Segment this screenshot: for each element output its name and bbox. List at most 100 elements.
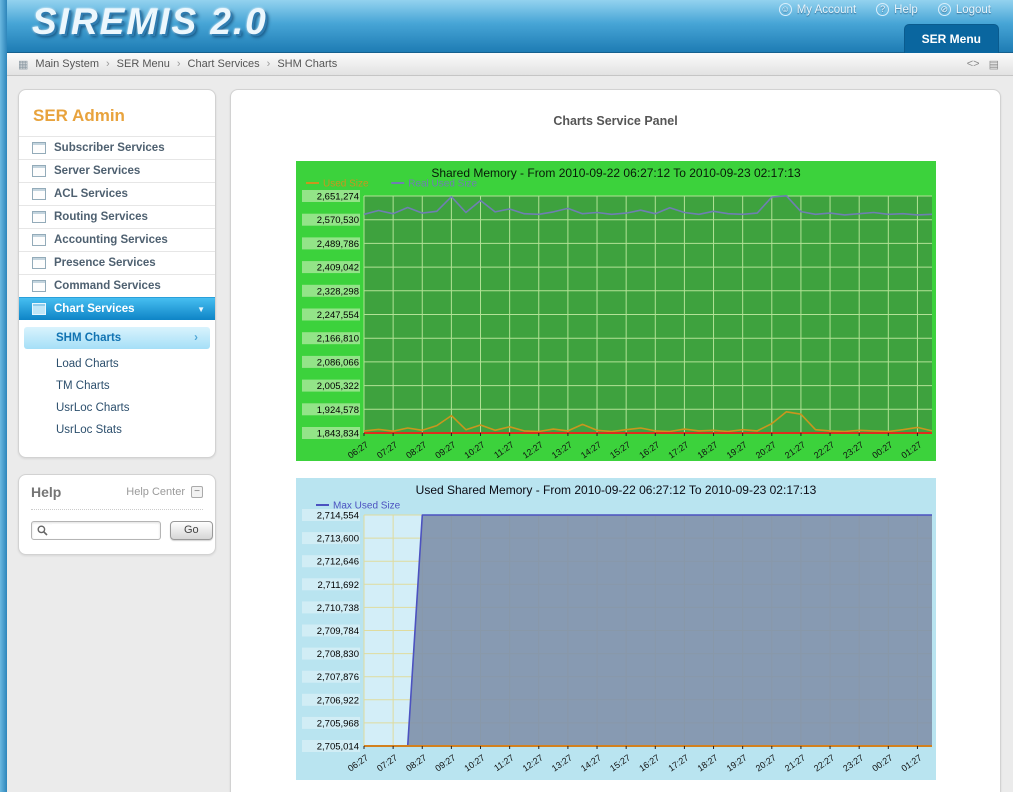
ser-menu-tab[interactable]: SER Menu [904, 24, 999, 53]
main-content-panel: Charts Service Panel 2,651,2742,570,5302… [230, 89, 1001, 792]
my-account-label: My Account [797, 4, 856, 16]
subitem-label: Load Charts [56, 358, 119, 370]
application-window: SIREMIS 2.0 ☺ My Account ? Help ⊘ Logout… [0, 0, 1013, 792]
breadcrumb-chart-services[interactable]: Chart Services [188, 58, 260, 70]
logout-icon: ⊘ [938, 3, 951, 16]
help-search-row: Go [31, 521, 203, 540]
svg-text:2,489,786: 2,489,786 [316, 239, 358, 250]
svg-text:2,005,322: 2,005,322 [316, 381, 358, 392]
sidebar-item-label: Server Services [54, 165, 140, 177]
used-shared-memory-chart: 2,714,5542,713,6002,712,6462,711,6922,71… [296, 478, 936, 780]
logout-link[interactable]: ⊘ Logout [938, 3, 991, 16]
service-icon [32, 234, 46, 246]
shared-memory-chart-svg: 2,651,2742,570,5302,489,7862,409,0422,32… [296, 161, 936, 461]
sidebar: SER Admin Subscriber Services Server Ser… [18, 89, 216, 555]
edit-page-icon[interactable]: ▤ [989, 58, 999, 71]
svg-text:2,705,014: 2,705,014 [316, 742, 358, 753]
sidebar-item-label: ACL Services [54, 188, 128, 200]
my-account-link[interactable]: ☺ My Account [779, 3, 856, 16]
service-icon [32, 165, 46, 177]
svg-text:2,706,922: 2,706,922 [316, 695, 358, 706]
service-icon [32, 188, 46, 200]
chart-services-submenu: SHM Charts › Load Charts TM Charts UsrLo… [19, 320, 215, 443]
sidebar-item-command-services[interactable]: Command Services [19, 274, 215, 297]
search-box [31, 521, 161, 540]
collapse-icon[interactable]: − [191, 486, 203, 498]
breadcrumb-ser-menu[interactable]: SER Menu [117, 58, 170, 70]
help-link[interactable]: ? Help [876, 3, 918, 16]
svg-text:2,708,830: 2,708,830 [316, 649, 358, 660]
svg-text:1,843,834: 1,843,834 [316, 429, 358, 440]
help-title: Help [31, 484, 61, 500]
svg-text:Shared Memory - From 2010-09-2: Shared Memory - From 2010-09-22 06:27:12… [431, 166, 801, 180]
svg-text:Real Used Size: Real Used Size [408, 179, 477, 190]
content-layout: SER Admin Subscriber Services Server Ser… [0, 76, 1013, 792]
subitem-label: TM Charts [56, 380, 110, 392]
sidebar-item-routing-services[interactable]: Routing Services [19, 205, 215, 228]
go-button[interactable]: Go [170, 521, 213, 540]
breadcrumb-shm-charts[interactable]: SHM Charts [277, 58, 337, 70]
account-icon: ☺ [779, 3, 792, 16]
svg-text:2,328,298: 2,328,298 [316, 286, 358, 297]
breadcrumb-main-system[interactable]: Main System [35, 58, 99, 70]
sidebar-title: SER Admin [19, 98, 215, 136]
subitem-label: UsrLoc Charts [56, 402, 130, 414]
used-shared-memory-chart-svg: 2,714,5542,713,6002,712,6462,711,6922,71… [296, 478, 936, 780]
sidebar-item-server-services[interactable]: Server Services [19, 159, 215, 182]
app-header: SIREMIS 2.0 ☺ My Account ? Help ⊘ Logout… [0, 0, 1013, 53]
sidebar-item-label: Chart Services [54, 303, 135, 315]
sidebar-item-subscriber-services[interactable]: Subscriber Services [19, 136, 215, 159]
shared-memory-chart: 2,651,2742,570,5302,489,7862,409,0422,32… [296, 161, 936, 461]
breadcrumb-separator: › [267, 58, 271, 70]
source-code-icon[interactable]: <> [967, 58, 980, 71]
subitem-label: UsrLoc Stats [56, 424, 122, 436]
sidebar-item-acl-services[interactable]: ACL Services [19, 182, 215, 205]
sidebar-subitem-shm-charts[interactable]: SHM Charts › [24, 327, 210, 349]
sidebar-subitem-load-charts[interactable]: Load Charts [19, 353, 215, 375]
admin-nav-panel: SER Admin Subscriber Services Server Ser… [18, 89, 216, 458]
help-center-link[interactable]: Help Center [126, 486, 185, 498]
breadcrumb: ▦ Main System › SER Menu › Chart Service… [0, 53, 1013, 76]
chevron-down-icon: ▼ [197, 305, 205, 314]
svg-text:2,710,738: 2,710,738 [316, 603, 358, 614]
window-left-border [0, 0, 7, 792]
service-icon [32, 211, 46, 223]
subitem-label: SHM Charts [56, 332, 121, 344]
sidebar-item-label: Subscriber Services [54, 142, 165, 154]
help-icon: ? [876, 3, 889, 16]
header-links: ☺ My Account ? Help ⊘ Logout [779, 3, 991, 16]
breadcrumb-separator: › [106, 58, 110, 70]
help-search-input[interactable] [52, 524, 155, 538]
help-header: Help Help Center − [31, 484, 203, 510]
sidebar-item-presence-services[interactable]: Presence Services [19, 251, 215, 274]
svg-text:2,709,784: 2,709,784 [316, 626, 358, 637]
sidebar-subitem-usrloc-stats[interactable]: UsrLoc Stats [19, 419, 215, 441]
svg-text:2,713,600: 2,713,600 [316, 534, 358, 545]
svg-text:2,707,876: 2,707,876 [316, 672, 358, 683]
breadcrumb-window-icon: ▦ [18, 58, 28, 71]
search-icon [37, 525, 48, 536]
page-title: Charts Service Panel [231, 114, 1000, 128]
service-icon [32, 257, 46, 269]
svg-text:2,166,810: 2,166,810 [316, 334, 358, 345]
service-icon [32, 280, 46, 292]
sidebar-item-label: Routing Services [54, 211, 148, 223]
siremis-logo: SIREMIS 2.0 [32, 1, 268, 43]
breadcrumb-separator: › [177, 58, 181, 70]
svg-text:2,086,066: 2,086,066 [316, 357, 358, 368]
svg-text:Used Size: Used Size [323, 179, 369, 190]
sidebar-item-accounting-services[interactable]: Accounting Services [19, 228, 215, 251]
sidebar-subitem-usrloc-charts[interactable]: UsrLoc Charts [19, 397, 215, 419]
sidebar-item-label: Accounting Services [54, 234, 168, 246]
sidebar-item-label: Command Services [54, 280, 161, 292]
svg-text:2,570,530: 2,570,530 [316, 215, 358, 226]
help-label: Help [894, 4, 918, 16]
service-icon [32, 142, 46, 154]
svg-text:Max Used Size: Max Used Size [333, 501, 401, 512]
service-icon [32, 303, 46, 315]
sidebar-item-chart-services[interactable]: Chart Services ▼ [19, 297, 215, 320]
svg-text:2,711,692: 2,711,692 [317, 580, 359, 591]
sidebar-subitem-tm-charts[interactable]: TM Charts [19, 375, 215, 397]
svg-text:Used Shared Memory - From 2010: Used Shared Memory - From 2010-09-22 06:… [415, 483, 816, 497]
svg-text:2,247,554: 2,247,554 [316, 310, 358, 321]
